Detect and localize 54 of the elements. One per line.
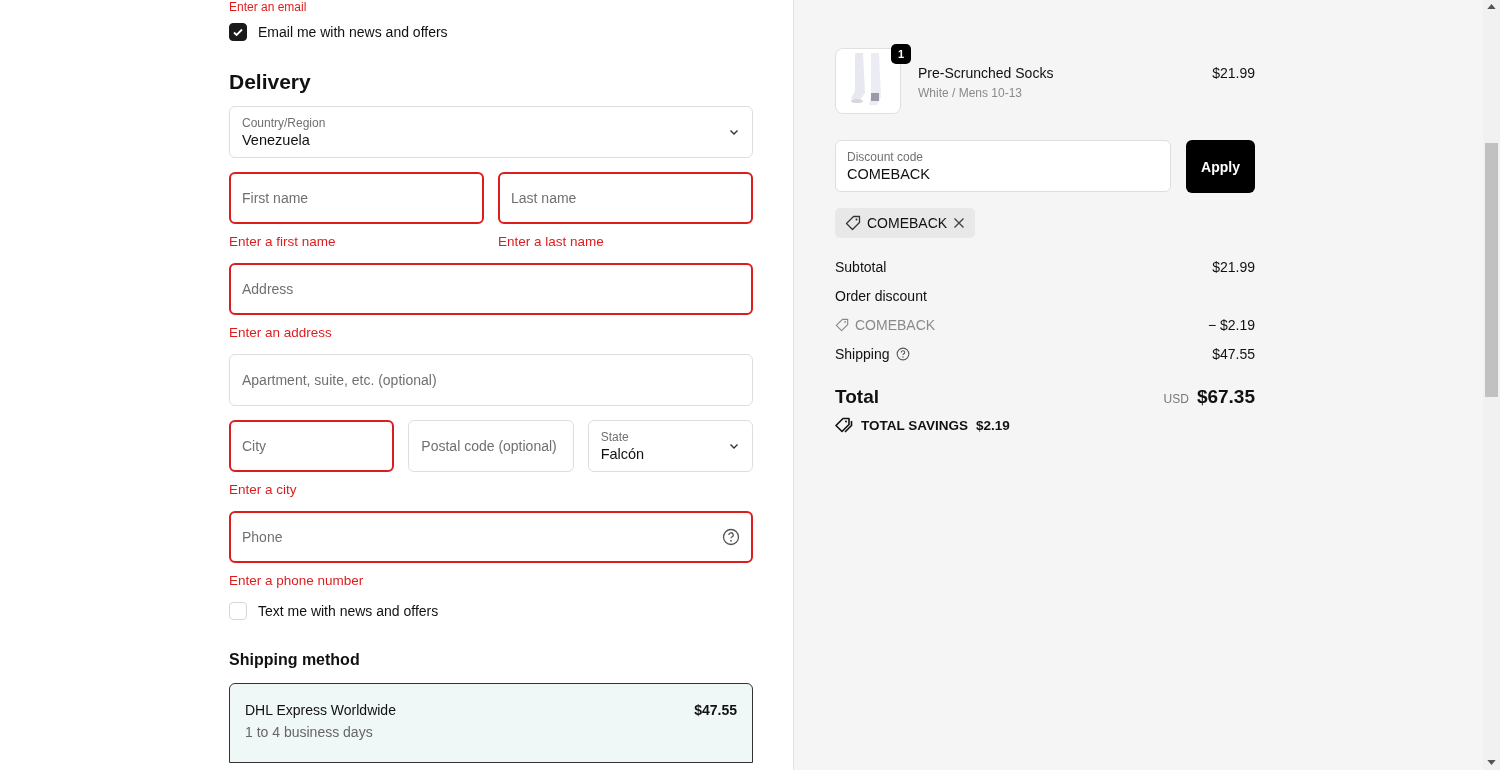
total-amount: $67.35 [1196,386,1255,408]
close-icon[interactable] [953,217,966,229]
select-field[interactable]: State Falcón [587,420,753,472]
select-field[interactable]: Country/Region Venezuela [229,106,753,158]
help-icon[interactable] [895,347,910,361]
summary-label: Shipping [835,346,890,362]
checkbox-label: Text me with news and offers [258,603,439,619]
input-field[interactable]: Postal code (optional) [408,420,574,472]
summary-value: − $2.19 [1207,317,1255,333]
scroll-up-icon[interactable] [1487,4,1496,9]
product-variant: White / Mens 10-13 [918,86,1024,100]
help-icon[interactable] [722,528,740,546]
quantity-badge: 1 [891,44,911,64]
input-field[interactable]: Phone [229,511,753,563]
error-message: Enter a city [229,482,298,497]
input-field[interactable]: First name [229,172,484,224]
summary-value: $21.99 [1212,259,1255,275]
tag-icon [845,215,861,231]
shipping-detail: 1 to 4 business days [245,724,374,740]
discount-field[interactable]: Discount code COMEBACK [835,140,1171,192]
tag-icon [835,318,849,332]
summary-label: Order discount [835,288,927,304]
input-field[interactable]: Last name [498,172,753,224]
apply-button[interactable]: Apply [1186,140,1255,193]
scrollbar[interactable] [1483,0,1500,770]
scrollbar-thumb[interactable] [1485,143,1498,397]
section-heading: Delivery [229,70,312,94]
currency-code: USD [1163,392,1189,406]
summary-value: $47.55 [1212,346,1255,362]
product-name: Pre-Scrunched Socks [918,65,1055,81]
shipping-name: DHL Express Worldwide [245,702,396,718]
product-price: $21.99 [1212,65,1255,81]
discount-code: COMEBACK [867,215,948,231]
checkbox[interactable] [229,23,247,41]
error-message: Enter a first name [229,234,337,249]
total-label: Total [835,386,879,408]
tags-icon [835,417,853,433]
error-message: Enter a phone number [229,573,365,588]
error-message: Enter a last name [498,234,605,249]
discount-code: COMEBACK [855,317,936,333]
section-heading: Shipping method [229,651,361,669]
error-message: Enter an address [229,325,333,340]
scroll-down-icon[interactable] [1487,760,1496,765]
checkbox-label: Email me with news and offers [258,24,448,40]
shipping-option[interactable]: DHL Express Worldwide $47.55 1 to 4 business days [229,683,753,763]
input-field[interactable]: City [229,420,395,472]
input-field[interactable]: Apartment, suite, etc. (optional) [229,354,753,406]
savings-amount: $2.19 [976,417,1010,433]
input-field[interactable]: Address [229,263,753,315]
summary-label: Subtotal [835,259,887,275]
error-message: Enter an email [229,0,308,15]
shipping-price: $47.55 [694,702,737,718]
savings-label: TOTAL SAVINGS [861,417,968,433]
checkmark-icon [232,26,244,38]
